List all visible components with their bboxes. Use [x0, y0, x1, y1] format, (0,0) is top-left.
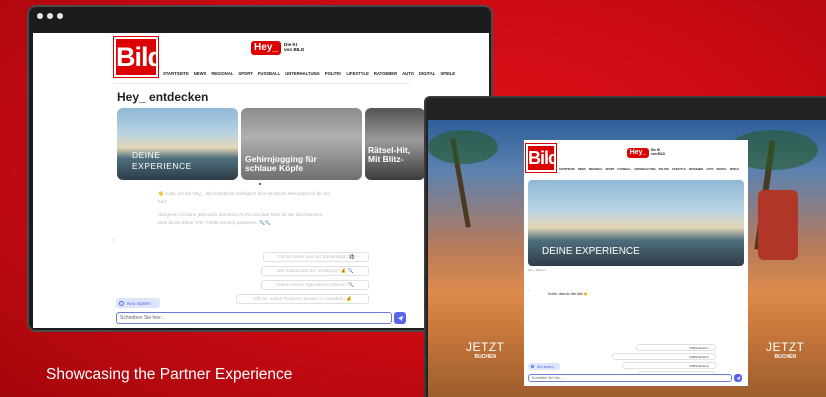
bild-logo[interactable]: Bild	[113, 36, 164, 78]
send-icon	[736, 376, 740, 380]
suggestion-chip[interactable]: VORSCHLAG 3	[622, 362, 716, 369]
partner-screen: Bild Hey_ Die KI von BILD STARTSEITE NEWS…	[524, 140, 748, 386]
chevron-left-icon[interactable]: ‹	[528, 288, 530, 294]
nav-item[interactable]: AUTO	[706, 168, 713, 171]
card-caption-line1: DEINE	[132, 150, 161, 160]
new-chat-button[interactable]: Neu starten	[116, 298, 160, 308]
cta-sub: BUCHEN	[774, 354, 796, 360]
carousel-card-gehirnjogging[interactable]: Gehirnjogging für schlaue Köpfe	[241, 108, 362, 180]
nav-item[interactable]: SPIELE	[440, 71, 455, 76]
hey-tagline-line2: von BILD	[651, 151, 665, 156]
new-chat-label: Neu starten	[127, 300, 151, 306]
window-controls[interactable]	[37, 13, 63, 19]
suggestion-chip[interactable]: Gibt es News aus der Bundesliga? ⚽	[263, 252, 369, 262]
nav-item[interactable]: AUTO	[402, 71, 414, 76]
nav-item[interactable]: REGIONAL	[589, 168, 603, 171]
nav-item[interactable]: FUSSBALL	[258, 71, 280, 76]
nav-item[interactable]: RATGEBER	[689, 168, 703, 171]
section-title: Hey_ entdecken	[117, 90, 209, 104]
nav-item[interactable]: UNTERHALTUNG	[285, 71, 320, 76]
chat-message: Schön, dass du hier bist! 😊	[548, 292, 588, 296]
send-icon	[397, 315, 403, 321]
nav-item[interactable]: DIGITAL	[419, 71, 435, 76]
carousel-dots[interactable]	[259, 183, 261, 185]
nav-item[interactable]: STARTSEITE	[163, 71, 189, 76]
browser-window-partner: JETZT BUCHEN JETZT BUCHEN Bild Hey_ Die …	[424, 96, 826, 397]
intro-line: Dies ist ein früher Test. Fehler können …	[158, 220, 271, 225]
suggestion-chip[interactable]: Wie funktioniert der Vorabzug? 💰 🔍	[261, 266, 369, 276]
hey-logo[interactable]: Hey_	[251, 41, 281, 55]
palm-leaves	[428, 130, 498, 164]
bild-logo[interactable]: Bild	[525, 143, 559, 173]
intro-text: 👋 Hallo, ich bin Hey_, die Künstliche In…	[158, 190, 398, 227]
new-chat-label: Neu starten	[537, 364, 554, 369]
chevron-left-icon[interactable]: ‹	[113, 237, 115, 244]
cta-title: JETZT	[466, 340, 505, 354]
window-dot-icon[interactable]	[47, 13, 53, 19]
nav-item[interactable]: FUSSBALL	[617, 168, 631, 171]
banner-caption: DEINE EXPERIENCE	[542, 246, 640, 257]
new-chat-button[interactable]: Neu starten	[528, 363, 560, 370]
card-caption-line2: EXPERIENCE	[132, 160, 192, 171]
banner-subtext: Hey_ Partner	[528, 268, 546, 272]
nav-item[interactable]: SPORT	[605, 168, 614, 171]
partner-banner[interactable]: DEINE EXPERIENCE	[528, 180, 744, 266]
cta-right[interactable]: JETZT BUCHEN	[766, 340, 805, 360]
nav-item[interactable]: NEWS	[194, 71, 207, 76]
caption: Showcasing the Partner Experience	[46, 366, 293, 383]
nav-item[interactable]: SPIELE	[730, 168, 739, 171]
nav-item[interactable]: STARTSEITE	[559, 168, 575, 171]
suggestion-chip[interactable]: Hilf mir, meine Finanzen besser zu verwa…	[236, 294, 369, 304]
nav-item[interactable]: NEWS	[578, 168, 586, 171]
chat-input[interactable]: Schreiben Sie hier...	[116, 312, 392, 324]
nav-item[interactable]: RATGEBER	[374, 71, 397, 76]
intro-line: Übrigens: Ich kann jetzt auch das BILD-A…	[158, 212, 324, 217]
nav-item[interactable]: DIGITAL	[717, 168, 727, 171]
window-dot-icon[interactable]	[57, 13, 63, 19]
nav-item[interactable]: SPORT	[238, 71, 252, 76]
nav-item[interactable]: UNTERHALTUNG	[634, 168, 655, 171]
suggestion-chip[interactable]: VORSCHLAG 2	[612, 353, 716, 360]
window-dot-icon[interactable]	[37, 13, 43, 19]
hey-tagline: Die KI von BILD	[284, 42, 304, 53]
send-button[interactable]	[734, 374, 742, 382]
intro-line: tun?	[158, 199, 167, 204]
chat-input[interactable]: Schreiben Sie hier...	[528, 374, 732, 382]
intro-line: 👋 Hallo, ich bin Hey_, die Künstliche In…	[158, 191, 330, 196]
divider	[114, 83, 410, 84]
suggestion-chip[interactable]: VORSCHLAG 1	[636, 344, 716, 351]
carousel-card-experience[interactable]: DEINE EXPERIENCE	[117, 108, 238, 180]
cta-sub: BUCHEN	[474, 354, 496, 360]
card-caption-line2: Mit Blitz-	[368, 154, 404, 165]
suitcase	[758, 190, 798, 260]
main-nav: STARTSEITE NEWS REGIONAL SPORT FUSSBALL UNTER…	[559, 168, 739, 171]
nav-item[interactable]: POLITIK	[659, 168, 669, 171]
hey-tagline: Die KI von BILD	[651, 148, 665, 156]
main-nav: STARTSEITE NEWS REGIONAL SPORT FUSSBALL UNTER…	[163, 71, 455, 76]
carousel-card-raetsel[interactable]: Rätsel-Hit, Mit Blitz-	[365, 108, 425, 180]
cta-left[interactable]: JETZT BUCHEN	[466, 340, 505, 360]
desktop-screen: Bild Hey_ Die KI von BILD STARTSEITE NEWS…	[33, 33, 489, 328]
suggestion-chip[interactable]: Haben Wörter irgendeinen Zweck? 🔍	[261, 280, 369, 290]
plus-circle-icon	[531, 365, 534, 368]
nav-item[interactable]: LIFESTYLE	[672, 168, 686, 171]
hey-tagline-line2: von BILD	[284, 47, 305, 53]
nav-item[interactable]: POLITIK	[325, 71, 342, 76]
dot-icon[interactable]	[259, 183, 261, 185]
hey-logo[interactable]: Hey_	[627, 148, 649, 158]
card-caption-line2: schlaue Köpfe	[245, 163, 304, 174]
nav-item[interactable]: REGIONAL	[211, 71, 233, 76]
plus-circle-icon	[119, 300, 124, 306]
nav-item[interactable]: LIFESTYLE	[346, 71, 369, 76]
cta-title: JETZT	[766, 340, 805, 354]
send-button[interactable]	[394, 312, 406, 324]
